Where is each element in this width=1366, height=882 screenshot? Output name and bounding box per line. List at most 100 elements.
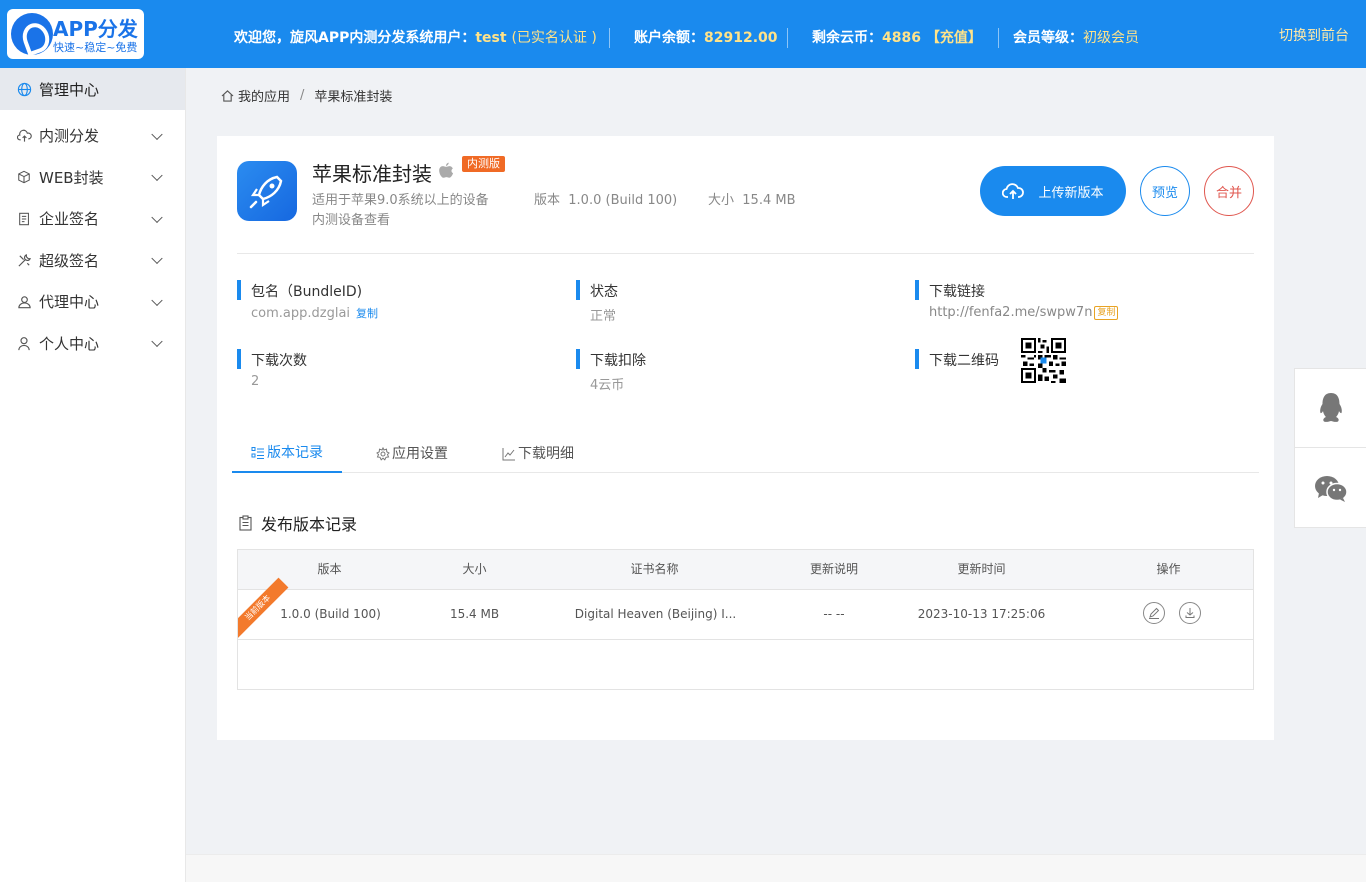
apple-icon	[439, 162, 454, 178]
top-header: APP分发 快速~稳定~免费 欢迎您，旋风APP内测分发系统用户：test (已…	[0, 0, 1366, 68]
level-value: 初级会员	[1083, 30, 1139, 46]
cell-version: 1.0.0 (Build 100)	[280, 607, 381, 621]
sidebar-item-label: 内测分发	[39, 127, 100, 146]
line-chart-icon	[502, 447, 515, 460]
cloud-upload-icon	[1002, 183, 1025, 199]
user-icon	[16, 335, 32, 351]
globe-icon	[16, 81, 32, 97]
app-icon	[237, 161, 297, 221]
recharge-link[interactable]: 【充值】	[926, 30, 982, 46]
breadcrumb-separator: /	[300, 88, 305, 103]
realname-status: (已实名认证 )	[511, 30, 597, 46]
header-divider	[609, 28, 610, 48]
tools-icon	[16, 252, 32, 268]
edit-button[interactable]	[1143, 602, 1165, 624]
download-link-value[interactable]: http://fenfa2.me/swpw7n	[929, 305, 1092, 320]
home-icon	[221, 89, 234, 102]
list-icon	[251, 446, 264, 459]
member-level: 会员等级：初级会员	[1013, 30, 1139, 46]
breadcrumb-current: 苹果标准封装	[314, 90, 393, 105]
column-header: 大小	[462, 562, 487, 576]
rocket-icon	[249, 175, 283, 209]
chevron-down-icon	[151, 169, 163, 182]
cell-certificate: Digital Heaven (Beijing) I...	[574, 607, 737, 621]
document-icon	[16, 211, 32, 227]
sidebar-item-beta-distribution[interactable]: 内测分发	[0, 115, 185, 157]
switch-frontend-link[interactable]: 切换到前台	[1279, 0, 1349, 72]
wechat-contact-button[interactable]	[1295, 449, 1366, 528]
sidebar-item-label: WEB封装	[39, 168, 104, 187]
balance-value: 82912.00	[704, 30, 778, 46]
app-size: 大小 15.4 MB	[708, 193, 796, 208]
detail-tabs: 版本记录 应用设置 下载明细	[232, 436, 1259, 473]
download-icon	[1185, 608, 1195, 618]
beta-badge: 内测版	[462, 156, 505, 172]
upload-new-version-button[interactable]: 上传新版本	[980, 166, 1126, 216]
status-value: 正常	[590, 309, 617, 324]
logo-subtitle: 快速~稳定~免费	[53, 41, 138, 54]
bundle-id-value: com.app.dzglai	[251, 306, 351, 321]
sidebar-item-web-wrap[interactable]: WEB封装	[0, 157, 185, 199]
pencil-icon	[1149, 607, 1160, 619]
cell-note: -- --	[823, 607, 845, 621]
coins-info: 剩余云币：4886 【充值】	[812, 30, 982, 46]
logo-title: APP分发	[53, 17, 138, 41]
app-name: 苹果标准封装	[312, 162, 432, 186]
header-divider	[998, 28, 999, 48]
breadcrumb-home-link[interactable]: 我的应用	[238, 86, 290, 105]
section-title: 发布版本记录	[239, 511, 357, 535]
sidebar-item-label: 超级签名	[39, 251, 100, 270]
download-deduct-value: 4云币	[590, 378, 625, 393]
column-header: 更新说明	[809, 562, 858, 576]
sidebar-item-enterprise-sign[interactable]: 企业签名	[0, 198, 185, 240]
group-icon	[16, 294, 32, 310]
download-button[interactable]	[1179, 602, 1201, 624]
merge-button[interactable]: 合并	[1204, 166, 1254, 216]
cube-icon	[16, 169, 32, 185]
sidebar-item-label: 管理中心	[39, 80, 100, 99]
table-row: 当前版本 1.0.0 (Build 100) 15.4 MB Digital H…	[238, 577, 1253, 640]
sidebar-item-agent-center[interactable]: 代理中心	[0, 281, 185, 323]
beta-devices-link[interactable]: 内测设备查看	[312, 209, 390, 228]
sidebar-item-label: 代理中心	[39, 293, 100, 312]
sidebar-item-label: 企业签名	[39, 210, 100, 229]
column-header: 更新时间	[957, 562, 1006, 576]
chevron-down-icon	[151, 335, 163, 348]
tab-app-settings[interactable]: 应用设置	[376, 436, 448, 473]
sidebar-item-dashboard[interactable]: 管理中心	[0, 68, 185, 110]
chevron-down-icon	[151, 294, 163, 306]
chevron-down-icon	[151, 211, 163, 223]
username: test	[475, 30, 507, 46]
cell-update-time: 2023-10-13 17:25:06	[917, 607, 1046, 621]
sidebar-item-super-sign[interactable]: 超级签名	[0, 240, 185, 282]
chevron-down-icon	[151, 252, 163, 265]
chevron-down-icon	[151, 128, 163, 140]
qq-contact-button[interactable]	[1295, 369, 1366, 448]
copy-link-button[interactable]: 复制	[1094, 306, 1119, 320]
gear-icon	[376, 446, 390, 461]
version-table: 版本 大小 证书名称 更新说明 更新时间 操作 当前版本 1.0.0 (Buil…	[237, 549, 1254, 690]
tab-download-details[interactable]: 下载明细	[502, 436, 574, 473]
contact-float-panel	[1294, 368, 1366, 528]
cloud-upload-icon	[16, 128, 32, 144]
logo[interactable]: APP分发 快速~稳定~免费	[7, 9, 144, 59]
wechat-icon	[1315, 475, 1348, 502]
app-description: 适用于苹果9.0系统以上的设备	[312, 193, 489, 208]
clipboard-icon	[239, 515, 252, 531]
welcome-text: 欢迎您，旋风APP内测分发系统用户：test (已实名认证 )	[234, 30, 597, 46]
sidebar-item-label: 个人中心	[39, 334, 100, 353]
column-header: 证书名称	[630, 562, 679, 576]
app-version: 版本 1.0.0 (Build 100)	[534, 193, 678, 208]
coins-value: 4886	[882, 30, 921, 46]
header-divider	[787, 28, 788, 48]
table-header: 版本 大小 证书名称 更新说明 更新时间 操作	[238, 550, 1253, 590]
sidebar-item-personal-center[interactable]: 个人中心	[0, 323, 185, 365]
copy-bundle-id-button[interactable]: 复制	[356, 307, 378, 320]
balance-info: 账户余额：82912.00	[634, 30, 778, 46]
qr-code-icon[interactable]	[1021, 338, 1066, 383]
column-header: 操作	[1156, 562, 1181, 576]
tab-version-records[interactable]: 版本记录	[232, 436, 342, 473]
preview-button[interactable]: 预览	[1140, 166, 1190, 216]
footer	[186, 854, 1366, 882]
download-count-value: 2	[251, 374, 260, 389]
